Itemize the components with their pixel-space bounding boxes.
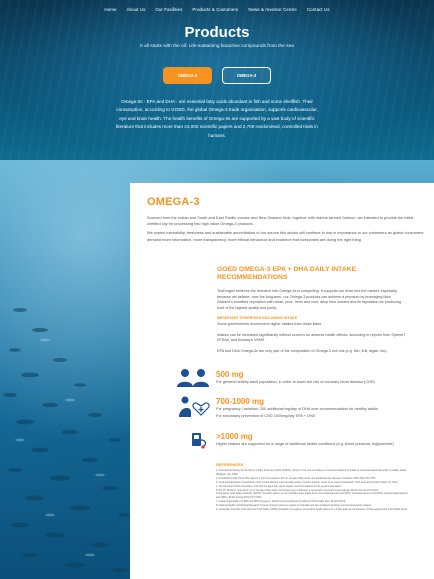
blood-pressure-icon [192,433,207,449]
section-title: OMEGA-3 [147,196,200,208]
intro-paragraph-2: We expect traceability, freshness and su… [147,230,424,242]
goed-paragraph-3: EPA and DHA Omega-3s are only part of th… [217,348,388,353]
omega3-outline-button[interactable]: OMEGA-3 [222,67,271,84]
two-adults-icon [177,369,209,387]
dose-1000-value: >1000 mg [216,432,253,441]
omega3-button[interactable]: OMEGA-3 [163,67,212,84]
nav-about-us[interactable]: About Us [127,7,146,12]
dose-700-1000mg: 700-1000 mg For pregnancy / lactation: 2… [216,397,406,419]
pregnancy-heart-icon [179,396,210,417]
hero-section: Home About Us Our Facilities Products & … [0,0,434,160]
dose-1000-text: Higher intakes are supported for a range… [216,442,394,446]
fish-school-image [3,308,132,573]
goed-note: Some governments recommend higher intake… [217,321,322,326]
dose-700-text-b: For secondary prevention of CHD 1000mg/d… [216,413,316,418]
goed-paragraph: TeaDragon believes the research into Ome… [217,289,401,310]
references-title: REFERENCES [216,462,244,467]
top-nav: Home About Us Our Facilities Products & … [0,7,434,12]
page-title: Products [184,24,250,41]
nav-home[interactable]: Home [104,7,116,12]
dose-700-value: 700-1000 mg [216,397,265,406]
reference-item[interactable]: 9. Norwegian Scientific Committee for Fo… [216,508,408,512]
nav-contact-us[interactable]: Contact Us [307,7,330,12]
goed-heading: GOED OMEGA-3 EPA + DHA DAILY INTAKE RECO… [217,266,357,281]
page-subtitle: It all starts with the oil: Life-sustain… [140,44,294,49]
hero-paragraph: Omega-3s - EPA and DHA - are essential f… [116,99,318,138]
references: REFERENCES 1. International Society for … [216,462,408,512]
reference-item[interactable]: 6. European Food Safety Authority (EFSA)… [216,492,408,500]
dose-over-1000mg: >1000 mg Higher intakes are supported fo… [216,432,406,448]
dose-700-text-a: For pregnancy / lactation: 200 additiona… [216,407,378,411]
intro-paragraph: Sourced from the Indian and South and Ea… [147,215,414,227]
goed-body: TeaDragon believes the research into Ome… [217,289,407,359]
reference-item[interactable]: 1. International Society for the Study o… [216,469,408,477]
goed-paragraph-2: Intakes can be increased significantly w… [217,332,407,343]
dose-500mg: 500 mg For general healthy adult populat… [216,370,406,386]
nav-news-investor[interactable]: News & Investor Centre [248,7,297,12]
dose-500-value: 500 mg [216,370,244,379]
dose-500-text: For general healthy adult population, in… [216,380,375,384]
nav-our-facilities[interactable]: Our Facilities [155,7,182,12]
nav-products-customers[interactable]: Products & Customers [192,7,238,12]
